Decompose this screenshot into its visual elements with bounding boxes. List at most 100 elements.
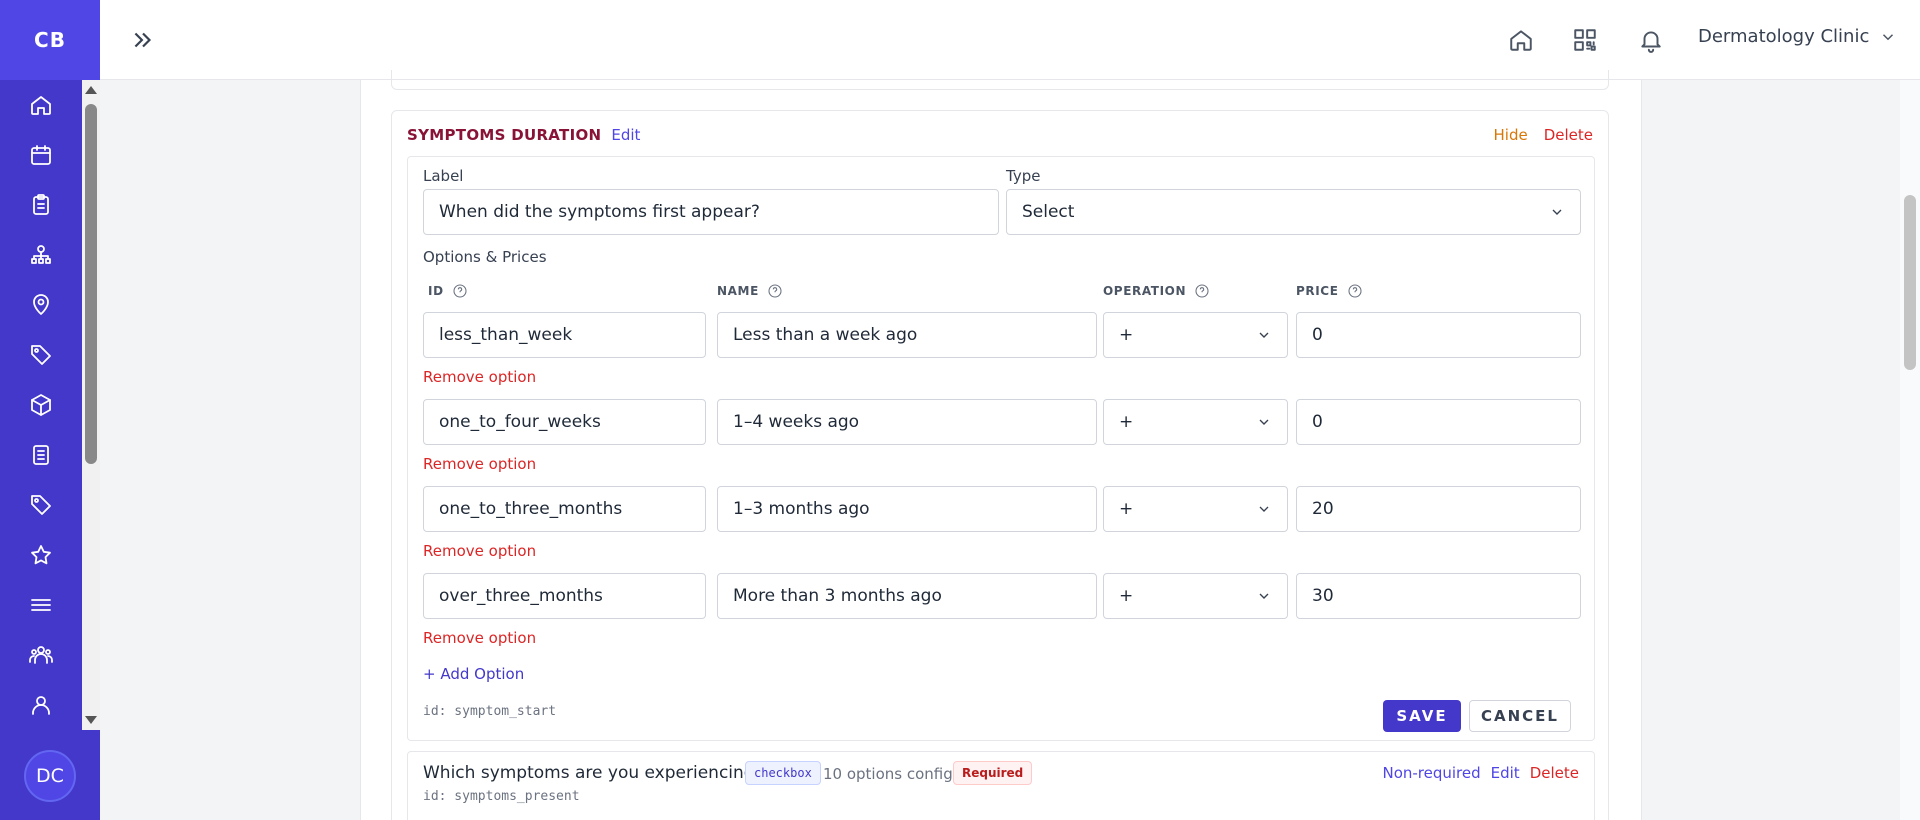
scroll-up-icon[interactable]: [85, 86, 97, 94]
home-button[interactable]: [1508, 27, 1534, 53]
double-chevron-right-icon: [134, 32, 152, 48]
type-select[interactable]: Select: [1006, 189, 1581, 235]
chevron-down-icon: [1259, 332, 1269, 338]
qr-code-button[interactable]: [1572, 27, 1598, 53]
sidebar-item-menu[interactable]: [0, 580, 82, 630]
save-button[interactable]: SAVE: [1383, 700, 1461, 732]
calendar-icon: [31, 145, 51, 165]
sidebar-item-team[interactable]: [0, 630, 82, 680]
top-bar: Dermatology Clinic: [100, 0, 1920, 80]
option-operation-select[interactable]: +: [1103, 312, 1288, 358]
chevron-down-icon: [1259, 419, 1269, 425]
hide-link[interactable]: Hide: [1494, 126, 1528, 144]
column-header-name: NAME: [717, 283, 783, 299]
star-icon: [31, 545, 51, 565]
clipboard-icon: [33, 194, 49, 215]
field-card-symptoms-duration: SYMPTOMS DURATION Edit Hide Delete Label…: [391, 110, 1609, 820]
type-heading: Type: [1006, 167, 1041, 185]
menu-icon: [31, 599, 51, 611]
required-badge: Required: [953, 761, 1033, 785]
edit-section-link[interactable]: Edit: [611, 126, 640, 144]
chevron-down-icon: [1259, 593, 1269, 599]
type-select-value: Select: [1022, 202, 1075, 222]
section-title: SYMPTOMS DURATION: [407, 126, 602, 144]
add-option-link[interactable]: + Add Option: [423, 665, 524, 683]
help-circle-icon[interactable]: [767, 283, 783, 299]
option-name-input[interactable]: More than 3 months ago: [717, 573, 1097, 619]
help-circle-icon[interactable]: [1347, 283, 1363, 299]
sidebar-item-documents[interactable]: [0, 430, 82, 480]
sidebar-item-tags[interactable]: [0, 330, 82, 380]
column-header-price: PRICE: [1296, 283, 1363, 299]
sidebar-scrollbar[interactable]: [82, 80, 100, 730]
option-id-input[interactable]: one_to_four_weeks: [423, 399, 706, 445]
user-avatar[interactable]: DC: [24, 750, 76, 802]
expand-sidebar-button[interactable]: [130, 27, 156, 53]
label-input[interactable]: When did the symptoms first appear?: [423, 189, 999, 235]
user-icon: [32, 696, 50, 715]
card-header: SYMPTOMS DURATION Edit: [407, 126, 640, 144]
sidebar-item-pricing[interactable]: [0, 480, 82, 530]
option-operation-select[interactable]: +: [1103, 399, 1288, 445]
option-operation-select[interactable]: +: [1103, 486, 1288, 532]
field-editor: Label When did the symptoms first appear…: [407, 156, 1595, 741]
main-content: SYMPTOMS DURATION Edit Hide Delete Label…: [360, 70, 1642, 820]
delete-field-link[interactable]: Delete: [1530, 764, 1579, 782]
non-required-link[interactable]: Non-required: [1382, 764, 1480, 782]
notifications-button[interactable]: [1638, 27, 1664, 53]
sidebar-item-home[interactable]: [0, 80, 82, 130]
clinic-selector[interactable]: Dermatology Clinic: [1698, 26, 1897, 47]
sidebar-item-reviews[interactable]: [0, 530, 82, 580]
option-id-input[interactable]: over_three_months: [423, 573, 706, 619]
remove-option-link[interactable]: Remove option: [423, 455, 536, 473]
option-id-input[interactable]: less_than_week: [423, 312, 706, 358]
sidebar-item-locations[interactable]: [0, 280, 82, 330]
sidebar-item-clipboard[interactable]: [0, 180, 82, 230]
option-price-input[interactable]: 20: [1296, 486, 1581, 532]
field-card-symptoms-present: Which symptoms are you experiencing? che…: [407, 751, 1595, 820]
qr-code-icon: [1574, 29, 1596, 51]
chevron-down-icon: [1883, 33, 1894, 40]
box-icon: [31, 394, 51, 416]
page-scrollbar[interactable]: [1900, 80, 1920, 820]
remove-option-link[interactable]: Remove option: [423, 542, 536, 560]
org-chart-icon: [31, 245, 51, 264]
chevron-down-icon: [1259, 506, 1269, 512]
clinic-name: Dermatology Clinic: [1698, 26, 1870, 47]
bell-icon: [1641, 31, 1661, 53]
remove-option-link[interactable]: Remove option: [423, 629, 536, 647]
sidebar-nav: [0, 80, 82, 730]
team-icon: [29, 646, 53, 664]
sidebar-item-organization[interactable]: [0, 230, 82, 280]
option-price-input[interactable]: 0: [1296, 399, 1581, 445]
remove-option-link[interactable]: Remove option: [423, 368, 536, 386]
app-logo[interactable]: CB: [0, 0, 100, 80]
card-actions: Hide Delete: [1494, 126, 1594, 144]
column-header-id: ID: [428, 283, 468, 299]
sidebar-scroll-thumb[interactable]: [85, 104, 97, 464]
option-name-input[interactable]: 1–4 weeks ago: [717, 399, 1097, 445]
delete-link[interactable]: Delete: [1544, 126, 1593, 144]
column-header-operation: OPERATION: [1103, 283, 1210, 299]
sidebar-item-calendar[interactable]: [0, 130, 82, 180]
scroll-down-icon[interactable]: [85, 716, 97, 724]
edit-field-link[interactable]: Edit: [1491, 764, 1520, 782]
help-circle-icon[interactable]: [452, 283, 468, 299]
option-price-input[interactable]: 0: [1296, 312, 1581, 358]
previous-field-card: [391, 70, 1609, 90]
option-name-input[interactable]: Less than a week ago: [717, 312, 1097, 358]
field-id-label: id: symptoms_present: [423, 789, 580, 804]
help-circle-icon[interactable]: [1194, 283, 1210, 299]
field-type-badge: checkbox: [745, 761, 821, 785]
sidebar-item-profile[interactable]: [0, 680, 82, 730]
sidebar-item-products[interactable]: [0, 380, 82, 430]
home-icon: [31, 96, 51, 115]
field-actions: Non-required Edit Delete: [1382, 764, 1579, 782]
cancel-button[interactable]: CANCEL: [1469, 700, 1571, 732]
page-scroll-thumb[interactable]: [1904, 195, 1916, 370]
option-id-input[interactable]: one_to_three_months: [423, 486, 706, 532]
price-tag-icon: [31, 495, 51, 515]
option-name-input[interactable]: 1–3 months ago: [717, 486, 1097, 532]
option-operation-select[interactable]: +: [1103, 573, 1288, 619]
option-price-input[interactable]: 30: [1296, 573, 1581, 619]
